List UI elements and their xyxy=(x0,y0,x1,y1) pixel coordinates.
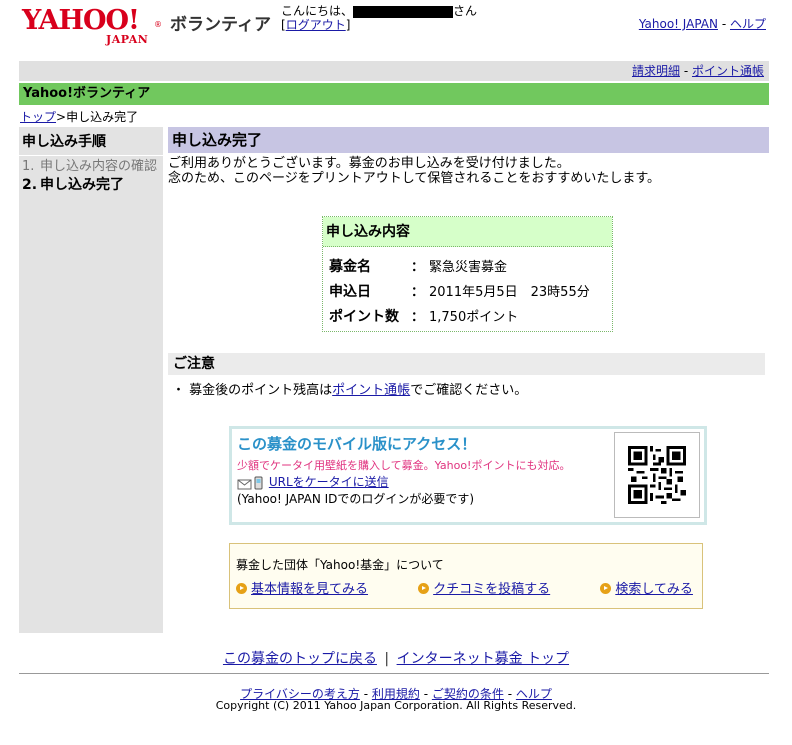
mobile-access-box: この募金のモバイル版にアクセス！ 少額でケータイ用壁紙を購入して募金。Yahoo… xyxy=(229,426,707,525)
account-subbar: 請求明細 - ポイント通帳 xyxy=(19,61,769,81)
summary-row-fund-name: 募金名 ： 緊急災害募金 xyxy=(329,253,590,278)
section-title-bar: Yahoo!ボランティア xyxy=(19,83,769,105)
thank-you-line-2: 念のため、このページをプリントアウトして保管されることをおすすめいたします。 xyxy=(168,171,661,186)
arrow-bullet-icon xyxy=(236,583,247,594)
summary-table: 募金名 ： 緊急災害募金 申込日 ： 2011年5月5日 23時55分 ポイント… xyxy=(329,253,590,328)
greeting-suffix: さん xyxy=(453,4,478,18)
step-complete: 2. 申し込み完了 xyxy=(22,178,160,193)
step-confirm: 1. 申し込み内容の確認 xyxy=(22,159,160,174)
organization-box: 募金した団体「Yahoo!基金」について 基本情報を見てみる クチコミを投稿する… xyxy=(229,543,703,609)
breadcrumb-top-link[interactable]: トップ xyxy=(20,110,56,124)
summary-key: 申込日 xyxy=(329,283,371,300)
yahoo-japan-top-link[interactable]: Yahoo! JAPAN xyxy=(639,17,718,31)
redacted-username xyxy=(353,5,454,18)
summary-colon: ： xyxy=(411,310,425,325)
breadcrumb-current: 申し込み完了 xyxy=(66,110,139,124)
main-content: 申し込み完了 ご利用ありがとうございます。募金のお申し込みを受け付けました。 念… xyxy=(168,127,769,609)
arrow-bullet-icon xyxy=(600,583,612,594)
summary-key: ポイント数 xyxy=(329,308,399,325)
logo-registered-mark: ® xyxy=(154,20,162,29)
help-link[interactable]: ヘルプ xyxy=(730,17,766,31)
search-link[interactable]: 検索してみる xyxy=(600,578,693,597)
thank-you-message: ご利用ありがとうございます。募金のお申し込みを受け付けました。 念のため、このペ… xyxy=(168,156,769,186)
basic-info-link-text[interactable]: 基本情報を見てみる xyxy=(251,582,368,597)
summary-value: 緊急災害募金 xyxy=(429,260,508,275)
step-label: 申し込み内容の確認 xyxy=(40,159,158,174)
fund-top-link[interactable]: この募金のトップに戻る xyxy=(223,651,377,667)
notice-text-after: でご確認ください。 xyxy=(410,383,528,398)
arrow-bullet-icon xyxy=(418,583,430,594)
logout-bracket-close: ] xyxy=(345,18,351,32)
notice-heading: ご注意 xyxy=(168,353,765,375)
steps-list: 1. 申し込み内容の確認 2. 申し込み完了 xyxy=(19,156,163,200)
internet-fund-top-link[interactable]: インターネット募金 トップ xyxy=(397,651,569,667)
step-number: 2. xyxy=(22,177,38,193)
step-number: 1. xyxy=(22,159,35,174)
subbar-separator: - xyxy=(683,64,689,78)
steps-sidebar: 申し込み手順 1. 申し込み内容の確認 2. 申し込み完了 xyxy=(19,127,163,633)
summary-row-points: ポイント数 ： 1,750ポイント xyxy=(329,303,590,328)
billing-statement-link[interactable]: 請求明細 xyxy=(632,64,680,78)
page-title: 申し込み完了 xyxy=(168,127,769,153)
summary-key: 募金名 xyxy=(329,258,371,275)
mobile-title: この募金のモバイル版にアクセス！ xyxy=(237,435,477,453)
logout-link[interactable]: ログアウト xyxy=(286,18,346,32)
search-link-text[interactable]: 検索してみる xyxy=(615,582,693,597)
summary-value: 2011年5月5日 23時55分 xyxy=(429,285,590,300)
point-passbook-link[interactable]: ポイント通帳 xyxy=(692,64,764,78)
sidebar-title: 申し込み手順 xyxy=(19,127,163,156)
notice-bullet: ・ xyxy=(172,383,186,398)
logo-text: YAHOO! xyxy=(22,5,140,36)
service-name: ボランティア xyxy=(170,15,271,35)
application-summary: 申し込み内容 募金名 ： 緊急災害募金 申込日 ： 2011年5月5日 23時5… xyxy=(322,216,613,332)
send-url-to-mobile-link[interactable]: URLをケータイに送信 xyxy=(269,475,389,489)
greeting-prefix: こんにちは、 xyxy=(281,4,354,18)
post-review-link[interactable]: クチコミを投稿する xyxy=(418,578,550,597)
header-link-separator: - xyxy=(721,17,727,31)
summary-colon: ： xyxy=(411,285,425,300)
footer-divider xyxy=(19,673,769,674)
organization-links: 基本情報を見てみる クチコミを投稿する 検索してみる xyxy=(236,578,739,597)
bottom-nav-separator: | xyxy=(384,651,390,667)
qr-code-icon xyxy=(614,432,700,518)
summary-row-date: 申込日 ： 2011年5月5日 23時55分 xyxy=(329,278,590,303)
login-required-note: (Yahoo! JAPAN IDでのログインが必要です) xyxy=(237,492,475,506)
notice-text-before: 募金後のポイント残高は xyxy=(189,383,333,398)
mobile-phone-icon xyxy=(254,476,263,489)
organization-title: 募金した団体「Yahoo!基金」について xyxy=(236,558,444,572)
step-label: 申し込み完了 xyxy=(40,177,124,193)
breadcrumb-separator: > xyxy=(56,110,67,124)
breadcrumb: トップ>申し込み完了 xyxy=(20,108,138,125)
logo-subtext: JAPAN xyxy=(106,33,149,46)
send-url-row: URLをケータイに送信 xyxy=(237,473,389,490)
post-review-link-text[interactable]: クチコミを投稿する xyxy=(433,582,550,597)
header-links: Yahoo! JAPAN - ヘルプ xyxy=(639,15,766,32)
notice-body: ・ 募金後のポイント残高はポイント通帳でご確認ください。 xyxy=(168,379,765,398)
summary-colon: ： xyxy=(411,260,425,275)
notice-point-passbook-link[interactable]: ポイント通帳 xyxy=(332,383,410,398)
yahoo-japan-logo[interactable]: YAHOO! ® JAPAN xyxy=(22,5,164,47)
mobile-subtitle: 少額でケータイ用壁紙を購入して募金。Yahoo!ポイントにも対応。 xyxy=(237,459,571,472)
basic-info-link[interactable]: 基本情報を見てみる xyxy=(236,578,368,597)
thank-you-line-1: ご利用ありがとうございます。募金のお申し込みを受け付けました。 xyxy=(168,156,570,171)
user-greeting: こんにちは、 さん [ログアウト] xyxy=(281,4,477,32)
summary-heading: 申し込み内容 xyxy=(323,217,612,247)
copyright: Copyright (C) 2011 Yahoo Japan Corporati… xyxy=(215,699,577,712)
bottom-navigation: この募金のトップに戻る | インターネット募金 トップ xyxy=(0,648,792,668)
mail-icon xyxy=(237,476,265,490)
summary-value: 1,750ポイント xyxy=(429,310,519,325)
notice-section: ご注意 ・ 募金後のポイント残高はポイント通帳でご確認ください。 xyxy=(168,353,765,398)
